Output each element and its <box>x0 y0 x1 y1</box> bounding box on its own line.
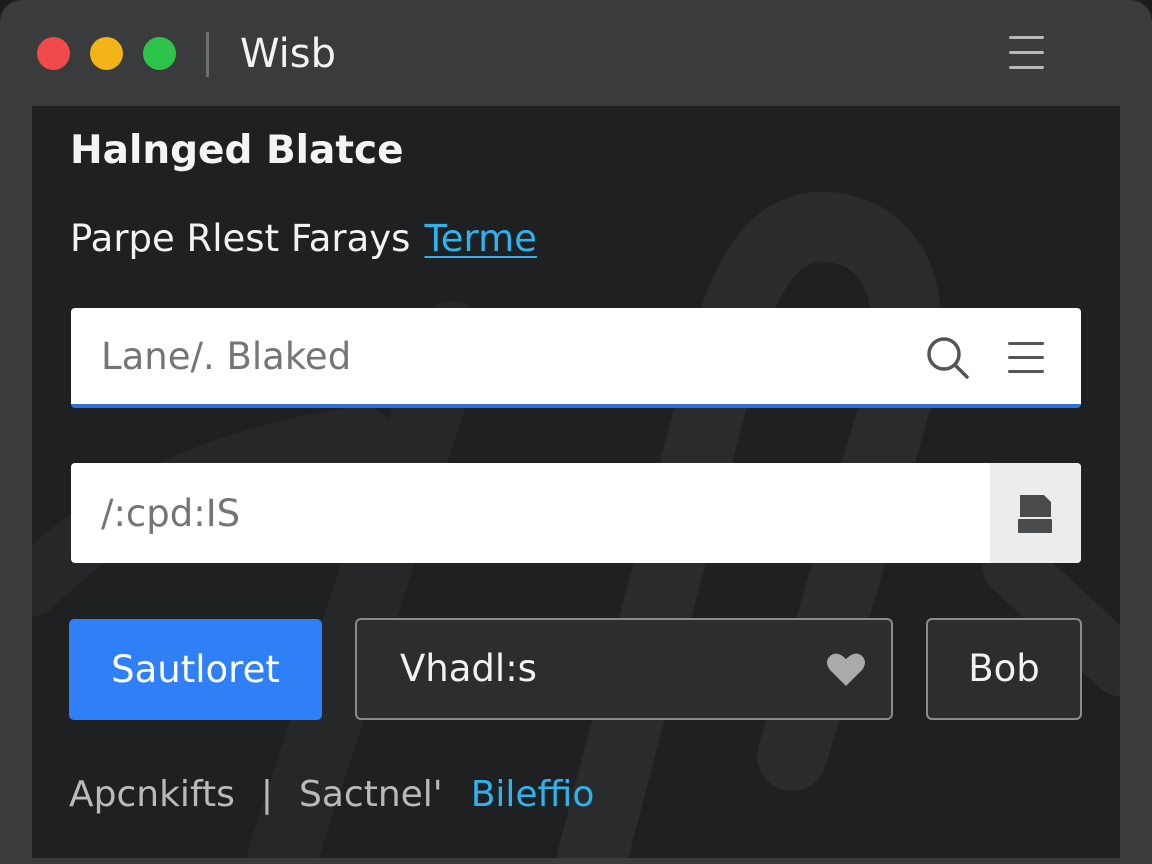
secondary-action-button[interactable]: Vhadl:s <box>355 618 893 720</box>
app-window: Wisb Halnged Blatce Parpe Rlest Farays Te… <box>0 0 1152 864</box>
subtitle-text: Parpe Rlest Farays <box>70 217 411 260</box>
footer-link-1[interactable]: Apcnkifts <box>69 774 235 815</box>
save-button[interactable] <box>990 463 1081 563</box>
footer-link-2[interactable]: Sactnel' <box>299 774 443 815</box>
primary-action-button[interactable]: Sautloret <box>69 619 322 720</box>
footer-links: Apcnkifts | Sactnel' Bileffio <box>69 770 594 820</box>
title-bar: Wisb <box>0 0 1152 106</box>
footer-link-highlight[interactable]: Bileffio <box>471 774 595 815</box>
search-icon[interactable] <box>926 336 970 380</box>
tertiary-action-button[interactable]: Bob <box>926 618 1082 720</box>
search-bar <box>71 308 1081 408</box>
subtitle-row: Parpe Rlest Farays Terme <box>70 214 537 264</box>
text-field <box>71 463 1081 563</box>
footer-separator: | <box>260 774 273 815</box>
search-input[interactable] <box>101 308 881 404</box>
title-divider <box>206 32 209 77</box>
secondary-action-label: Vhadl:s <box>400 647 537 690</box>
filter-menu-icon[interactable] <box>1008 340 1046 376</box>
heart-icon <box>827 653 865 686</box>
terms-link[interactable]: Terme <box>424 217 536 260</box>
save-icon <box>1018 495 1052 533</box>
code-input[interactable] <box>101 463 961 563</box>
close-window-button[interactable] <box>37 37 70 70</box>
page-title: Halnged Blatce <box>70 128 404 173</box>
minimize-window-button[interactable] <box>90 37 123 70</box>
maximize-window-button[interactable] <box>143 37 176 70</box>
main-panel: Halnged Blatce Parpe Rlest Farays Terme <box>32 106 1120 858</box>
app-title: Wisb <box>240 31 337 77</box>
hamburger-icon[interactable] <box>1006 34 1046 72</box>
